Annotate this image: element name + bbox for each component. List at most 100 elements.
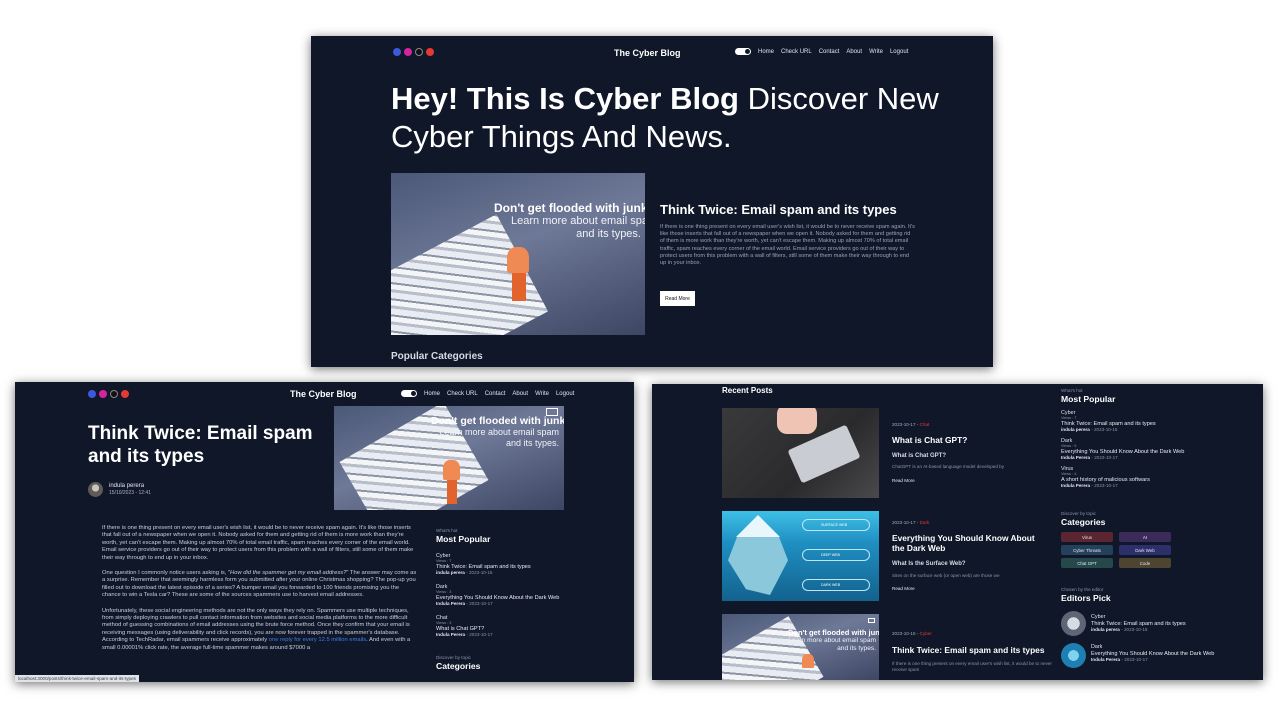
nav-link-check-url[interactable]: Check URL <box>781 49 812 55</box>
post-thumbnail[interactable]: SURFACE WEB DEEP WEB DARK WEB <box>722 511 879 601</box>
iceberg-tip <box>736 515 780 537</box>
nav-link-contact[interactable]: Contact <box>819 49 840 55</box>
nav-menu: Home Check URL Contact About Write Logou… <box>401 390 574 397</box>
recent-posts-heading: Recent Posts <box>722 386 773 395</box>
ad-headline: Don't get flooded with junk! <box>788 628 879 637</box>
navbar: The Cyber Blog Home Check URL Contact Ab… <box>311 36 993 68</box>
theme-toggle[interactable] <box>735 48 751 55</box>
read-more-link[interactable]: Read More <box>892 586 915 591</box>
discover-label: Discover by topic <box>436 655 471 660</box>
facebook-icon[interactable] <box>393 48 401 56</box>
site-logo[interactable]: The Cyber Blog <box>614 48 681 58</box>
popular-categories-heading: Popular Categories <box>391 351 483 362</box>
category-chip-code[interactable]: Code <box>1119 558 1171 568</box>
theme-toggle[interactable] <box>401 390 417 397</box>
popular-item[interactable]: Dark Views : 3 Everything You Should Kno… <box>436 584 586 606</box>
article-image: Don't get flooded with junk! Learn more … <box>334 406 564 510</box>
most-popular-sidebar: What's hot Most Popular Cyber Views : 7 … <box>1061 388 1211 488</box>
nav-link-write[interactable]: Write <box>869 49 883 55</box>
nav-link-check-url[interactable]: Check URL <box>447 391 478 397</box>
post-subtitle: What is Chat GPT? <box>892 453 946 459</box>
hand-icon <box>802 654 814 668</box>
post-thumbnail[interactable] <box>722 408 879 498</box>
nav-link-about[interactable]: About <box>846 49 862 55</box>
author-name: indula perera <box>109 483 145 489</box>
nav-link-contact[interactable]: Contact <box>485 391 506 397</box>
nav-link-logout[interactable]: Logout <box>890 49 908 55</box>
nav-link-home[interactable]: Home <box>424 391 440 397</box>
editors-pick-section: Chosen by the editor Editors Pick <box>1061 587 1111 603</box>
post-thumbnail[interactable]: Don't get flooded with junk! Learn more … <box>722 614 879 680</box>
article-screenshot: The Cyber Blog Home Check URL Contact Ab… <box>15 382 634 682</box>
ad-headline: Don't get flooded with junk! <box>494 201 645 215</box>
featured-excerpt: If there is one thing present on every e… <box>660 224 915 267</box>
category-chips: Virus AI Cyber Threats Dark Web Chat GPT… <box>1061 532 1171 568</box>
post-title[interactable]: Think Twice: Email spam and its types <box>892 645 1062 655</box>
person-hands <box>777 408 817 434</box>
instagram-icon[interactable] <box>404 48 412 56</box>
tiktok-icon[interactable] <box>415 48 423 56</box>
social-links <box>393 48 434 56</box>
mail-icon <box>868 618 875 623</box>
ad-subline: Learn more about email spam and its type… <box>511 215 645 240</box>
post-meta: 2023-10-17 - Chat <box>892 422 930 427</box>
home-screenshot: The Cyber Blog Home Check URL Contact Ab… <box>311 36 993 367</box>
social-links <box>88 390 129 398</box>
article-body: If there is one thing present on every e… <box>102 525 418 660</box>
popular-item[interactable]: Chat Views : 3 What is Chat GPT? Indula … <box>436 615 586 637</box>
post-meta: 2023-10-17 - Dark <box>892 520 930 525</box>
category-chip-ai[interactable]: AI <box>1119 532 1171 542</box>
most-popular-heading: Most Popular <box>436 534 491 544</box>
iceberg-base <box>728 537 788 595</box>
editor-pick-item[interactable]: Dark Everything You Should Know About th… <box>1091 644 1221 662</box>
whats-hot-label: What's hot <box>436 528 458 533</box>
ad-subline: Learn more about email spam and its type… <box>788 637 876 652</box>
drowning-arm <box>447 478 457 504</box>
category-chip-dark-web[interactable]: Dark Web <box>1119 545 1171 555</box>
post-title[interactable]: Everything You Should Know About the Dar… <box>892 533 1047 553</box>
deep-web-label: DEEP WEB <box>802 549 870 561</box>
ad-headline: Don't get flooded with junk! <box>431 415 564 427</box>
discover-label: Discover by topic <box>1061 511 1096 516</box>
recent-posts-screenshot: Recent Posts 2023-10-17 - Chat What is C… <box>652 384 1263 680</box>
article-paragraph-2: One question I commonly notice users ask… <box>102 570 417 599</box>
instagram-icon[interactable] <box>99 390 107 398</box>
read-more-button[interactable]: Read More <box>660 291 695 306</box>
nav-link-logout[interactable]: Logout <box>556 391 574 397</box>
categories-section: Discover by topic Categories <box>1061 511 1105 527</box>
featured-image[interactable]: Don't get flooded with junk! Learn more … <box>391 173 645 335</box>
popular-item[interactable]: Cyber Views : 7 Think Twice: Email spam … <box>1061 410 1211 432</box>
site-logo[interactable]: The Cyber Blog <box>290 389 357 399</box>
hand-icon <box>443 460 460 480</box>
popular-item[interactable]: Virus Views : 4 A short history of malic… <box>1061 466 1211 488</box>
category-chip-chat-gpt[interactable]: Chat GPT <box>1061 558 1113 568</box>
article-link[interactable]: one reply for every 12.5 million emails <box>269 637 366 643</box>
post-meta: 2023-10-15 - Cyber <box>892 631 932 636</box>
post-excerpt: ChatGPT is an AI-based language model de… <box>892 464 1005 469</box>
nav-link-write[interactable]: Write <box>535 391 549 397</box>
article-date: 15/10/2023 - 12:41 <box>109 490 151 496</box>
post-title[interactable]: What is Chat GPT? <box>892 435 1052 445</box>
category-chip-cyber-threats[interactable]: Cyber Threats <box>1061 545 1113 555</box>
author-avatar <box>88 482 103 497</box>
nav-menu: Home Check URL Contact About Write Logou… <box>735 48 908 55</box>
popular-item[interactable]: Cyber Views : 7 Think Twice: Email spam … <box>436 553 586 575</box>
editor-pick-thumbnail[interactable] <box>1061 643 1086 668</box>
ad-subline: Learn more about email spam and its type… <box>439 427 559 448</box>
editor-pick-item[interactable]: Cyber Think Twice: Email spam and its ty… <box>1091 614 1221 632</box>
youtube-icon[interactable] <box>426 48 434 56</box>
popular-item[interactable]: Dark Views : 5 Everything You Should Kno… <box>1061 438 1211 460</box>
nav-link-home[interactable]: Home <box>758 49 774 55</box>
category-chip-virus[interactable]: Virus <box>1061 532 1113 542</box>
read-more-link[interactable]: Read More <box>892 478 915 483</box>
tiktok-icon[interactable] <box>110 390 118 398</box>
hero-heading: Hey! This Is Cyber Blog Discover New Cyb… <box>391 80 951 156</box>
facebook-icon[interactable] <box>88 390 96 398</box>
article-title: Think Twice: Email spam and its types <box>88 423 313 467</box>
youtube-icon[interactable] <box>121 390 129 398</box>
featured-title[interactable]: Think Twice: Email spam and its types <box>660 202 897 217</box>
editor-pick-thumbnail[interactable] <box>1061 611 1086 636</box>
nav-link-about[interactable]: About <box>512 391 528 397</box>
drowning-arm <box>512 271 526 301</box>
categories-heading: Categories <box>1061 517 1106 527</box>
